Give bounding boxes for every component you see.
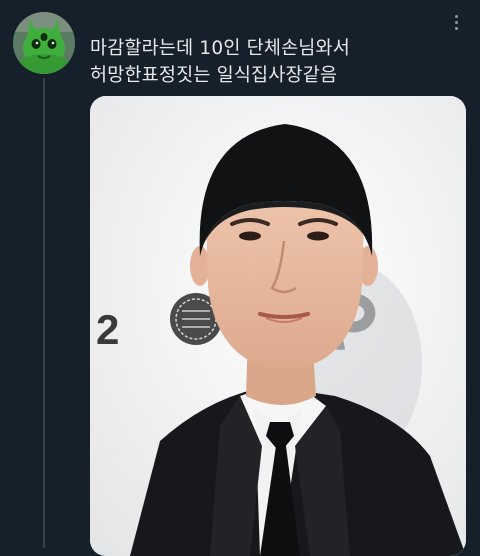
more-dot: [454, 14, 458, 18]
photo-illustration: 2: [90, 96, 466, 556]
more-horizontal-icon[interactable]: [447, 10, 465, 34]
more-dot: [454, 20, 458, 24]
avatar-image: [13, 12, 75, 74]
tweet-photo[interactable]: 2: [90, 96, 466, 556]
tweet-text: 마감할라는데 10인 단체손님와서 허망한표정짓는 일식집사장같음: [90, 35, 440, 89]
tweet-text-line: 허망한표정짓는 일식집사장같음: [90, 65, 338, 86]
backdrop-number: 2: [96, 306, 119, 353]
more-dot: [454, 26, 458, 30]
avatar[interactable]: [13, 12, 75, 74]
tweet-text-line: 마감할라는데 10인 단체손님와서: [90, 38, 350, 59]
tweet: 마감할라는데 10인 단체손님와서 허망한표정짓는 일식집사장같음 2: [0, 0, 480, 556]
thread-line: [43, 78, 45, 548]
